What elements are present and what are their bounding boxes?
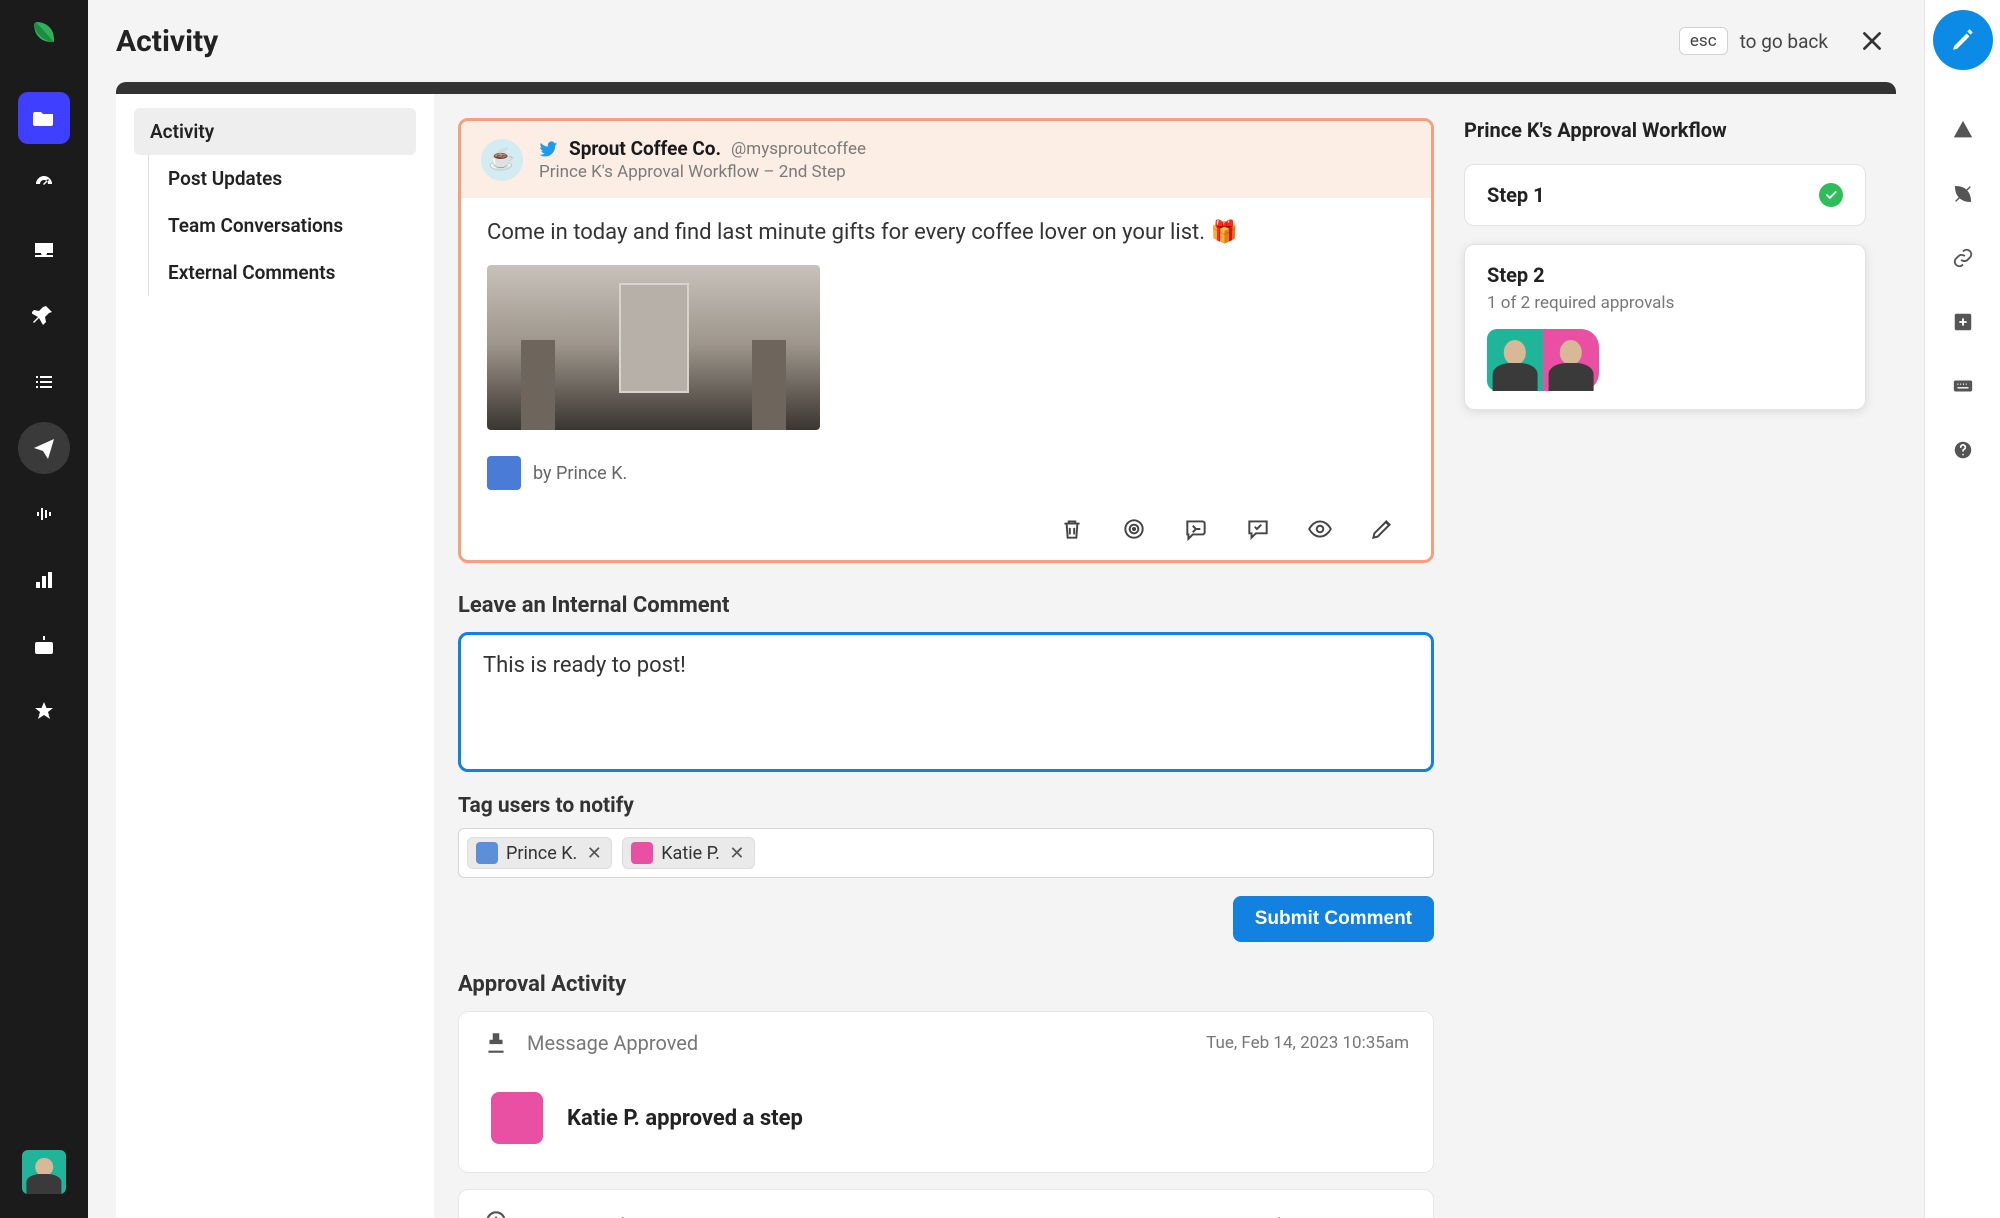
compose-button[interactable] [1933, 10, 1993, 70]
pencil-icon[interactable] [1369, 516, 1395, 542]
eye-icon[interactable] [1307, 516, 1333, 542]
tag-users-label: Tag users to notify [458, 794, 1434, 818]
repost-icon[interactable] [1183, 516, 1209, 542]
post-body: Come in today and find last minute gifts… [461, 198, 1431, 512]
author-avatar [487, 456, 521, 490]
header: Activity esc to go back [88, 0, 1924, 82]
post-header: ☕ Sprout Coffee Co. @mysproutcoffee [461, 121, 1431, 198]
workflow-step-card[interactable]: Step 2 1 of 2 required approvals [1464, 244, 1866, 410]
tab-activity[interactable]: Activity [134, 108, 416, 155]
leaf-icon[interactable] [1943, 174, 1983, 214]
plus-square-icon[interactable] [1943, 302, 1983, 342]
sprout-logo[interactable] [24, 12, 64, 52]
step-label: Step 1 [1487, 183, 1545, 207]
user-avatar[interactable] [22, 1150, 66, 1194]
brand-name: Sprout Coffee Co. [569, 137, 721, 160]
author-byline: by Prince K. [533, 463, 627, 484]
close-icon[interactable] [1856, 25, 1888, 57]
go-back-label: to go back [1740, 30, 1828, 53]
chip-label: Prince K. [506, 843, 577, 864]
stamp-icon [483, 1030, 509, 1056]
twitter-icon [539, 139, 559, 159]
approval-event-label: Message Approved [527, 1031, 698, 1055]
esc-key-hint: esc [1679, 27, 1728, 55]
submit-comment-button[interactable]: Submit Comment [1233, 896, 1434, 942]
approver-avatar [491, 1092, 543, 1144]
help-icon[interactable] [1943, 430, 1983, 470]
chip-remove-icon[interactable]: ✕ [728, 843, 746, 864]
nav-star-icon[interactable] [18, 686, 70, 738]
tag-users-input[interactable]: Prince K. ✕ Katie P. ✕ [458, 828, 1434, 878]
alert-icon[interactable] [1943, 110, 1983, 150]
content-wrap: Activity Post Updates Team Conversations… [116, 82, 1896, 1218]
chip-avatar [631, 842, 653, 864]
post-text: Come in today and find last minute gifts… [487, 220, 1405, 245]
step-sublabel: 1 of 2 required approvals [1487, 293, 1843, 313]
target-icon[interactable] [1121, 516, 1147, 542]
tab-sidebar: Activity Post Updates Team Conversations… [116, 94, 434, 1218]
nav-list-icon[interactable] [18, 356, 70, 408]
chip-remove-icon[interactable]: ✕ [585, 843, 603, 864]
workflow-step-card[interactable]: Step 1 [1464, 164, 1866, 226]
nav-send-icon[interactable] [18, 422, 70, 474]
keyboard-icon[interactable] [1943, 366, 1983, 406]
approval-event-time: Tue, Feb 14, 2023 7:15am [1227, 1214, 1409, 1218]
comment-textarea[interactable] [458, 632, 1434, 772]
tab-post-updates[interactable]: Post Updates [134, 155, 416, 202]
brand-avatar: ☕ [481, 139, 523, 181]
link-icon[interactable] [1943, 238, 1983, 278]
brand-handle: @mysproutcoffee [731, 139, 866, 159]
main-column: Activity esc to go back Activity Post Up… [88, 0, 1924, 1218]
nav-bot-icon[interactable] [18, 620, 70, 672]
trash-icon[interactable] [1059, 516, 1085, 542]
workflow-step-label: Prince K's Approval Workflow – 2nd Step [539, 162, 866, 182]
post-image [487, 265, 820, 430]
nav-audio-icon[interactable] [18, 488, 70, 540]
comment-check-icon[interactable] [1245, 516, 1271, 542]
step-label: Step 2 [1487, 263, 1545, 287]
approval-card: Message Approved Tue, Feb 14, 2023 10:35… [458, 1011, 1434, 1173]
workflow-title: Prince K's Approval Workflow [1464, 118, 1866, 142]
nav-bars-icon[interactable] [18, 554, 70, 606]
approval-activity-title: Approval Activity [458, 972, 1434, 997]
approver-avatar [1543, 329, 1599, 391]
left-nav [0, 0, 88, 1218]
approver-avatar [1487, 329, 1543, 391]
approval-card: Message Update Tue, Feb 14, 2023 7:15am [458, 1189, 1434, 1218]
tag-chip: Prince K. ✕ [467, 837, 612, 869]
approver-text: Katie P. approved a step [567, 1106, 803, 1131]
tab-external-comments[interactable]: External Comments [134, 249, 416, 296]
chip-label: Katie P. [661, 843, 720, 864]
approval-event-time: Tue, Feb 14, 2023 10:35am [1206, 1033, 1409, 1053]
approval-event-label: Message Update [527, 1214, 647, 1218]
nav-folder-icon[interactable] [18, 92, 70, 144]
nav-gauge-icon[interactable] [18, 158, 70, 210]
nav-pin-icon[interactable] [18, 290, 70, 342]
history-icon [483, 1208, 509, 1218]
right-rail [1924, 0, 2000, 1218]
comment-section-title: Leave an Internal Comment [458, 593, 1434, 618]
check-circle-icon [1819, 183, 1843, 207]
post-actions [461, 512, 1431, 560]
tag-chip: Katie P. ✕ [622, 837, 755, 869]
nav-inbox-icon[interactable] [18, 224, 70, 276]
tab-team-conversations[interactable]: Team Conversations [134, 202, 416, 249]
workflow-column: Prince K's Approval Workflow Step 1 [1456, 94, 1896, 1218]
main-area: ☕ Sprout Coffee Co. @mysproutcoffee [434, 94, 1896, 1218]
post-card: ☕ Sprout Coffee Co. @mysproutcoffee [458, 118, 1434, 563]
chip-avatar [476, 842, 498, 864]
page-title: Activity [116, 24, 218, 59]
feed-column: ☕ Sprout Coffee Co. @mysproutcoffee [434, 94, 1456, 1218]
